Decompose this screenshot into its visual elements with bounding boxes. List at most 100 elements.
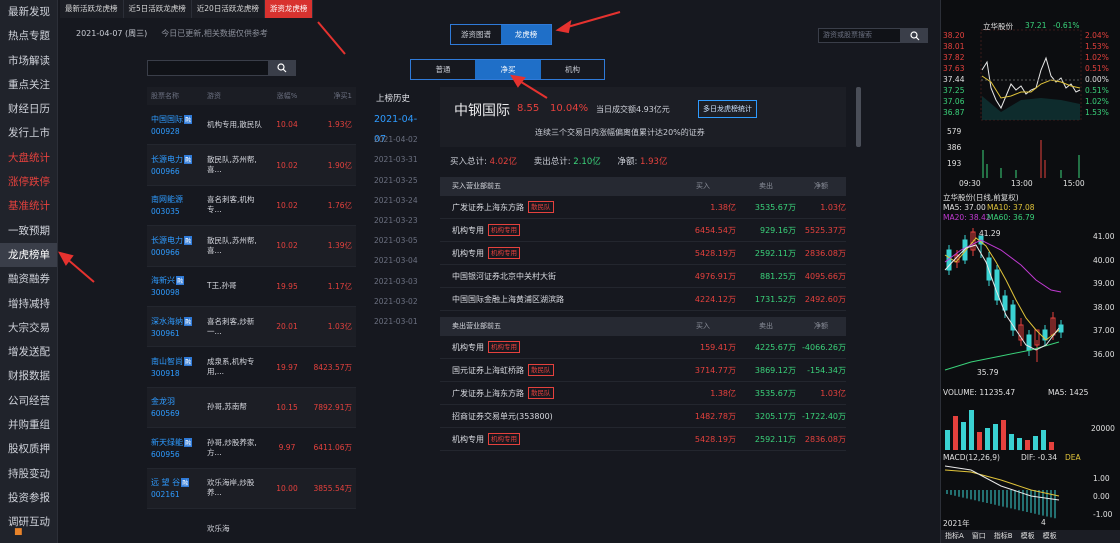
table-row[interactable]: 远 望 谷融 002161 欢乐海岸,炒股养... 10.00 3855.54万 [147,468,356,509]
chart-bottom-tab[interactable]: 模板 [1017,530,1039,543]
nav-item[interactable]: 财经日历 [0,97,57,121]
nav-item[interactable]: 财报数据 [0,364,57,388]
seat-name[interactable]: 招商证券交易单元(353800) [452,405,553,428]
seat-badge[interactable]: 机构专用 [488,341,520,353]
nav-item[interactable]: 大宗交易 [0,316,57,340]
table-row[interactable]: 欢乐海 [147,509,356,543]
nav-item[interactable]: 调研互动 [0,510,57,534]
tab-net-buy[interactable]: 净买 [475,60,541,79]
seat-row[interactable]: 广发证券上海东方路 散民队 1.38亿 3535.67万 1.03亿 [440,382,846,405]
seat-row[interactable]: 机构专用 机构专用 6454.54万 929.16万 5525.37万 [440,219,846,242]
seat-row[interactable]: 中国国际金融上海黄浦区湖滨路 4224.12万 1731.52万 2492.60万 [440,288,846,311]
seat-name[interactable]: 机构专用 [452,219,484,242]
seat-row[interactable]: 招商证券交易单元(353800) 1482.78万 3205.17万 -1722.40… [440,405,846,428]
table-row[interactable]: 海新兴融 300098 T王,孙哥 19.95 1.17亿 [147,267,356,307]
seat-name[interactable]: 国元证券上海虹桥路 [452,359,524,382]
date-picker[interactable]: 2021-04-07 (周三) [76,29,147,38]
table-row[interactable]: 南山智尚融 300918 成泉系,机构专用,... 19.97 8423.57万 [147,347,356,388]
nav-item[interactable]: 龙虎榜单 [0,242,57,268]
nav-item[interactable]: 一致预期 [0,219,57,243]
nav-item[interactable]: 股权质押 [0,437,57,461]
multi-day-stats-button[interactable]: 多日龙虎榜统计 [698,100,757,118]
nav-item[interactable]: 增发送配 [0,340,57,364]
seat-badge[interactable]: 机构专用 [488,433,520,445]
stock-name[interactable]: 长源电力融 [151,235,207,246]
history-date[interactable]: 2021-03-05 [366,231,428,251]
chart-bottom-tab[interactable]: 窗口 [968,530,990,543]
history-date[interactable]: 2021-04-07 [366,110,428,145]
seat-name[interactable]: 广发证券上海东方路 [452,196,524,219]
youzi-search-button[interactable] [901,28,928,43]
chart-bottom-tab[interactable]: 模板 [1039,530,1061,543]
nav-item[interactable]: 基准统计 [0,194,57,218]
seat-name[interactable]: 机构专用 [452,336,484,359]
detail-stock-name[interactable]: 中钢国际 [454,100,510,120]
stock-name[interactable]: 南山智尚融 [151,356,207,367]
history-date[interactable]: 2021-03-25 [366,171,428,191]
nav-item[interactable]: 持股变动 [0,462,57,486]
stock-name-text[interactable]: 海新兴 [151,275,175,286]
tab-normal[interactable]: 普通 [411,60,475,79]
nav-item[interactable]: 大盘统计 [0,146,57,170]
table-row[interactable]: 南网能源 003035 喜名刺客,机构专... 10.02 1.76亿 [147,186,356,227]
stock-name[interactable]: 长源电力融 [151,154,207,165]
table-row[interactable]: 金龙羽 600569 孙哥,苏南帮 10.15 7892.91万 [147,387,356,429]
nav-item[interactable]: 融资融券 [0,267,57,291]
nav-item[interactable]: 热点专题 [0,24,57,48]
history-date[interactable]: 2021-03-23 [366,211,428,231]
stock-name-text[interactable]: 新天绿能 [151,437,183,448]
seat-name[interactable]: 中国银河证券北京中关村大街 [452,265,556,288]
top-tab[interactable]: 近20日活跃龙虎榜 [192,0,265,18]
seat-row[interactable]: 国元证券上海虹桥路 散民队 3714.77万 3869.12万 -154.34万 [440,359,846,382]
stock-name[interactable]: 远 望 谷融 [151,477,207,488]
detail-scrollbar[interactable] [856,87,861,147]
seat-row[interactable]: 机构专用 机构专用 5428.19万 2592.11万 2836.08万 [440,428,846,451]
nav-item[interactable]: 市场解读 [0,49,57,73]
history-date[interactable]: 2021-03-24 [366,191,428,211]
stock-name[interactable]: 南网能源 [151,194,207,205]
history-date[interactable]: 2021-03-01 [366,312,428,332]
nav-item[interactable]: 公司经营 [0,389,57,413]
top-tab[interactable]: 最新活跃龙虎榜 [60,0,124,18]
tab-institution[interactable]: 机构 [541,60,604,79]
top-tab[interactable]: 游资龙虎榜 [264,0,314,18]
nav-item[interactable]: 并购重组 [0,413,57,437]
chart-bottom-tab[interactable]: 指标A [941,530,968,543]
stock-name[interactable]: 金龙羽 [151,396,207,407]
nav-item[interactable]: 增持减持 [0,292,57,316]
seat-name[interactable]: 广发证券上海东方路 [452,382,524,405]
stock-name-text[interactable]: 南山智尚 [151,356,183,367]
nav-item[interactable]: 重点关注 [0,73,57,97]
nav-item[interactable]: 投资参报 [0,486,57,510]
seat-row[interactable]: 机构专用 机构专用 159.41万 4225.67万 -4066.26万 [440,336,846,359]
stock-name-text[interactable]: 长源电力 [151,235,183,246]
top-tab[interactable]: 近5日活跃龙虎榜 [124,0,192,18]
stock-name-text[interactable]: 金龙羽 [151,396,175,407]
table-row[interactable]: 中国国际融 000928 机构专用,散民队 10.04 1.93亿 [147,105,356,146]
stock-name-text[interactable]: 远 望 谷 [151,477,180,488]
stock-search-button[interactable] [268,60,296,76]
tab-youzi-graph[interactable]: 游资图谱 [451,25,501,44]
table-row[interactable]: 长源电力融 000966 散民队,苏州帮,喜... 10.02 1.39亿 [147,226,356,267]
seat-badge[interactable]: 散民队 [528,387,554,399]
seat-name[interactable]: 机构专用 [452,242,484,265]
history-date[interactable]: 2021-04-02 [366,130,428,150]
table-row[interactable]: 长源电力融 000966 散民队,苏州帮,喜... 10.02 1.90亿 [147,145,356,186]
seat-name[interactable]: 中国国际金融上海黄浦区湖滨路 [452,288,564,311]
history-date[interactable]: 2021-03-31 [366,150,428,170]
nav-item[interactable]: 最新发现 [0,0,57,24]
stock-name-text[interactable]: 中国国际 [151,114,183,125]
nav-item[interactable]: 发行上市 [0,121,57,145]
tab-dragon-tiger[interactable]: 龙虎榜 [501,25,551,44]
stock-name-text[interactable]: 南网能源 [151,194,183,205]
history-date[interactable]: 2021-03-04 [366,251,428,271]
youzi-stock-search-input[interactable]: 游资或股票搜索 [818,28,901,43]
seat-badge[interactable]: 散民队 [528,364,554,376]
history-date[interactable]: 2021-03-03 [366,272,428,292]
seat-row[interactable]: 广发证券上海东方路 散民队 1.38亿 3535.67万 1.03亿 [440,196,846,219]
stock-name[interactable]: 中国国际融 [151,114,207,125]
seat-badge[interactable]: 散民队 [528,201,554,213]
table-row[interactable]: 深水海纳融 300961 喜名刺客,炒新一... 20.01 1.03亿 [147,306,356,348]
seat-badge[interactable]: 机构专用 [488,224,520,236]
stock-name[interactable]: 深水海纳融 [151,316,207,327]
